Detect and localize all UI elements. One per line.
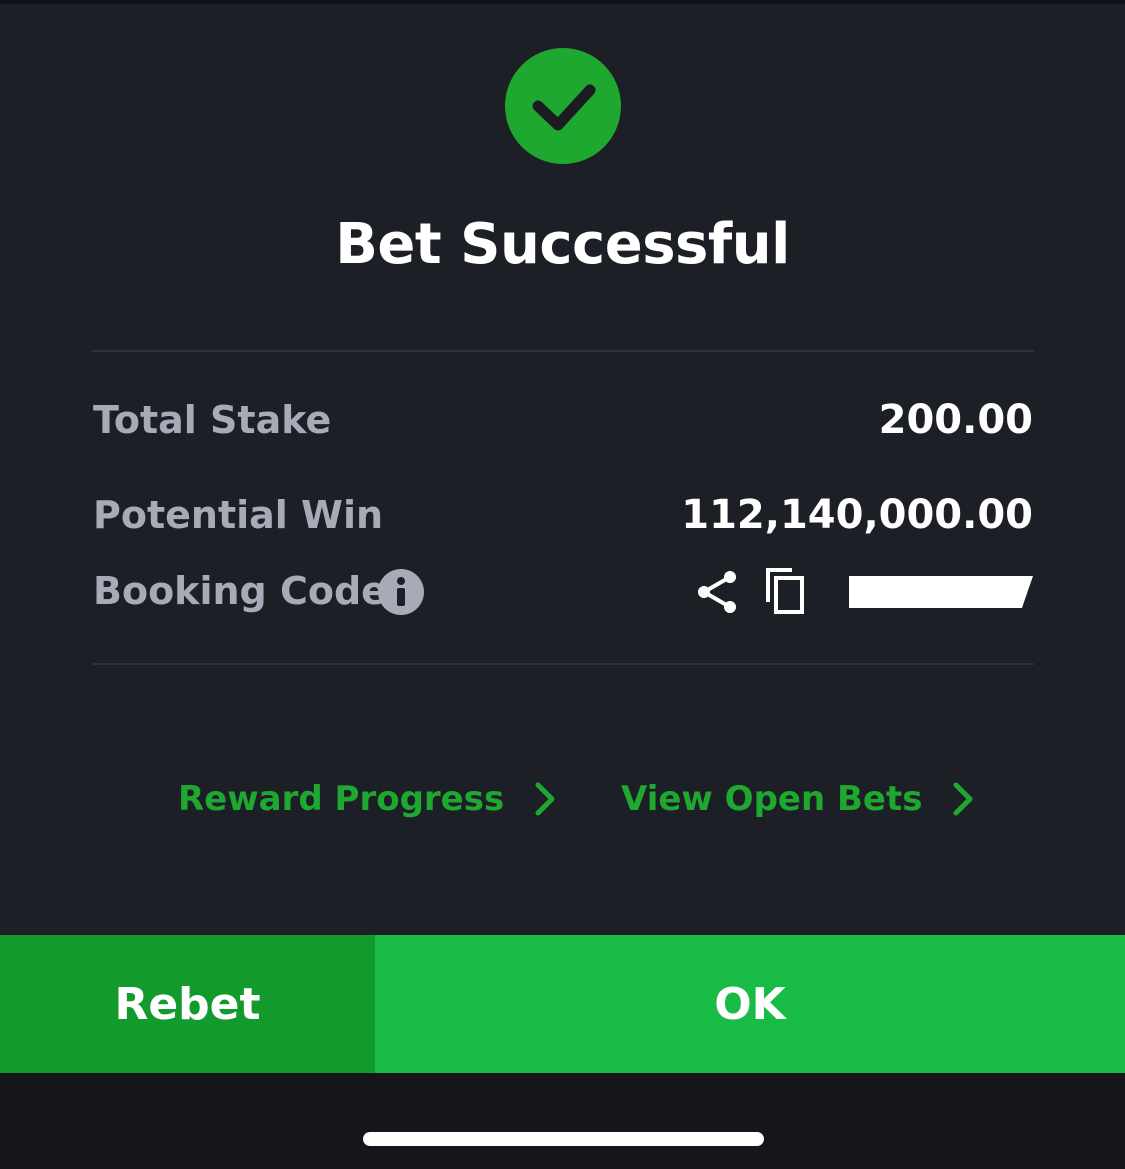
info-icon[interactable] <box>378 569 424 615</box>
potential-win-value: 112,140,000.00 <box>681 492 1033 538</box>
share-icon[interactable] <box>694 568 740 616</box>
rebet-button[interactable]: Rebet <box>0 935 375 1073</box>
divider-bottom <box>92 663 1034 665</box>
view-open-bets-link[interactable]: View Open Bets <box>621 776 974 822</box>
bottom-safe-area <box>0 1073 1125 1169</box>
home-indicator[interactable] <box>363 1132 764 1146</box>
total-stake-label: Total Stake <box>93 398 332 442</box>
bet-success-dialog: Bet Successful Total Stake 200.00 Potent… <box>0 0 1125 1169</box>
copy-icon[interactable] <box>764 566 808 616</box>
ok-button[interactable]: OK <box>375 935 1125 1073</box>
chevron-right-icon <box>952 782 974 816</box>
potential-win-label: Potential Win <box>93 493 384 537</box>
checkmark-circle-icon <box>505 48 621 164</box>
booking-code-label: Booking Code <box>93 569 387 613</box>
chevron-right-icon <box>534 782 556 816</box>
booking-code-redacted <box>849 576 1033 608</box>
dialog-title: Bet Successful <box>335 212 790 277</box>
view-open-bets-label: View Open Bets <box>621 779 923 819</box>
top-edge <box>0 0 1125 4</box>
reward-progress-label: Reward Progress <box>178 779 505 819</box>
total-stake-value: 200.00 <box>878 397 1033 443</box>
reward-progress-link[interactable]: Reward Progress <box>178 776 556 822</box>
divider-top <box>92 350 1034 352</box>
